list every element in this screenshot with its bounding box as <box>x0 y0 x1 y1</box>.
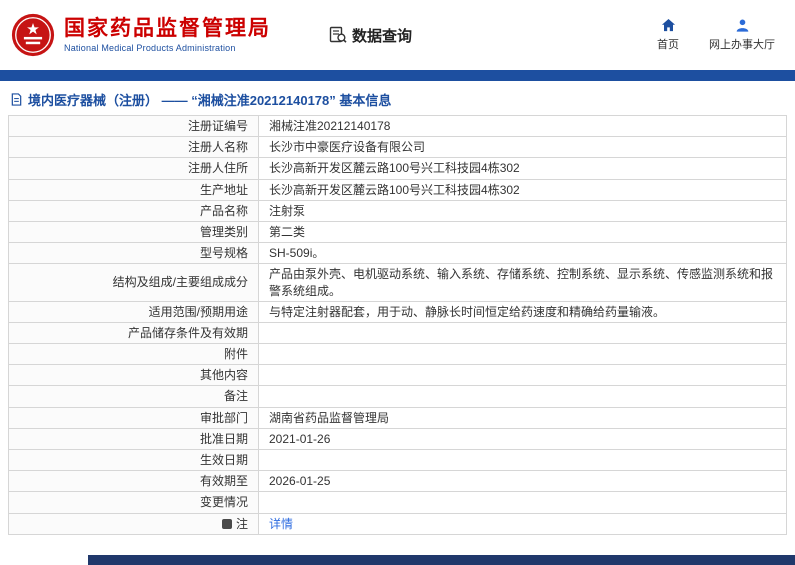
breadcrumb-text: 境内医疗器械（注册） —— “湘械注准20212140178” 基本信息 <box>28 93 392 108</box>
logo-area: 国家药品监督管理局 National Medical Products Admi… <box>10 12 271 58</box>
table-row: 批准日期 2021-01-26 <box>8 427 787 451</box>
row-value: 湖南省药品监督管理局 <box>258 406 787 429</box>
data-query-link[interactable]: 数据查询 <box>329 25 412 46</box>
table-row: 产品名称 注射泵 <box>8 199 787 222</box>
table-row: 审批部门 湖南省药品监督管理局 <box>8 406 787 429</box>
row-label: 注册人住所 <box>8 157 259 180</box>
header-divider-bar <box>0 70 795 81</box>
table-row: 注册人名称 长沙市中豪医疗设备有限公司 <box>8 136 787 159</box>
table-row: 管理类别 第二类 <box>8 220 787 244</box>
person-icon <box>735 18 750 33</box>
row-value <box>258 448 787 472</box>
table-row: 生效日期 <box>8 448 787 472</box>
table-row: 适用范围/预期用途 与特定注射器配套，用于动、静脉长时间恒定给药速度和精确给药量输… <box>8 300 787 323</box>
org-name-cn: 国家药品监督管理局 <box>64 16 271 40</box>
row-label: 变更情况 <box>8 491 259 514</box>
row-label: 生效日期 <box>8 448 259 472</box>
row-value: 2026-01-25 <box>258 470 787 493</box>
row-value: SH-509i。 <box>258 242 787 265</box>
info-table: 注册证编号 湘械注准20212140178 注册人名称 长沙市中豪医疗设备有限公司 注册… <box>8 114 787 535</box>
row-label: 型号规格 <box>8 242 259 265</box>
nmpa-emblem-logo <box>10 12 56 58</box>
note-icon <box>221 518 232 529</box>
org-names: 国家药品监督管理局 National Medical Products Admi… <box>64 17 271 53</box>
row-value <box>258 364 787 387</box>
table-row: 变更情况 <box>8 491 787 514</box>
nav-service-hall[interactable]: 网上办事大厅 <box>709 18 775 52</box>
page-footer <box>88 555 795 565</box>
row-label: 注 <box>8 512 259 535</box>
header-nav: 首页 网上办事大厅 <box>657 18 775 52</box>
row-value: 第二类 <box>258 220 787 244</box>
row-label: 结构及组成/主要组成成分 <box>8 263 259 302</box>
row-label: 审批部门 <box>8 406 259 429</box>
row-label: 产品名称 <box>8 199 259 222</box>
row-value: 长沙高新开发区麓云路100号兴工科技园4栋302 <box>258 178 787 201</box>
row-value: 与特定注射器配套，用于动、静脉长时间恒定给药速度和精确给药量输液。 <box>258 300 787 323</box>
row-label: 适用范围/预期用途 <box>8 300 259 323</box>
row-value <box>258 343 787 366</box>
detail-link[interactable]: 详情 <box>269 517 293 531</box>
breadcrumb: 境内医疗器械（注册） —— “湘械注准20212140178” 基本信息 <box>10 90 785 109</box>
row-label: 其他内容 <box>8 364 259 387</box>
row-value: 注射泵 <box>258 199 787 222</box>
row-label: 备注 <box>8 385 259 408</box>
document-icon <box>10 93 23 106</box>
row-value: 湘械注准20212140178 <box>258 114 787 138</box>
row-label: 注册证编号 <box>8 114 259 138</box>
row-value: 详情 <box>258 512 787 535</box>
data-query-label: 数据查询 <box>352 27 413 45</box>
nav-home-label: 首页 <box>657 39 679 51</box>
data-query-icon <box>329 26 347 44</box>
row-label: 生产地址 <box>8 178 259 201</box>
table-row: 其他内容 <box>8 364 787 387</box>
table-row: 有效期至 2026-01-25 <box>8 470 787 493</box>
table-row: 型号规格 SH-509i。 <box>8 242 787 265</box>
row-value <box>258 321 787 345</box>
row-value: 长沙市中豪医疗设备有限公司 <box>258 136 787 159</box>
row-label: 产品储存条件及有效期 <box>8 321 259 345</box>
row-label: 管理类别 <box>8 220 259 244</box>
table-row: 注册证编号 湘械注准20212140178 <box>8 114 787 138</box>
table-row: 生产地址 长沙高新开发区麓云路100号兴工科技园4栋302 <box>8 178 787 201</box>
row-label: 批准日期 <box>8 427 259 451</box>
row-value: 产品由泵外壳、电机驱动系统、输入系统、存储系统、控制系统、显示系统、传感监测系统… <box>258 263 787 302</box>
org-name-en: National Medical Products Administration <box>64 43 236 54</box>
table-row: 附件 <box>8 343 787 366</box>
home-icon <box>661 18 676 33</box>
table-row: 注详情 <box>8 512 787 535</box>
row-value <box>258 491 787 514</box>
site-header: 国家药品监督管理局 National Medical Products Admi… <box>0 0 795 70</box>
row-label: 有效期至 <box>8 470 259 493</box>
nav-service-hall-label: 网上办事大厅 <box>709 39 775 51</box>
table-row: 注册人住所 长沙高新开发区麓云路100号兴工科技园4栋302 <box>8 157 787 180</box>
row-label: 注册人名称 <box>8 136 259 159</box>
nav-home[interactable]: 首页 <box>657 18 679 52</box>
table-row: 备注 <box>8 385 787 408</box>
row-value: 2021-01-26 <box>258 427 787 451</box>
row-value <box>258 385 787 408</box>
row-label: 附件 <box>8 343 259 366</box>
table-row: 产品储存条件及有效期 <box>8 321 787 345</box>
row-value: 长沙高新开发区麓云路100号兴工科技园4栋302 <box>258 157 787 180</box>
table-row: 结构及组成/主要组成成分 产品由泵外壳、电机驱动系统、输入系统、存储系统、控制系统… <box>8 263 787 302</box>
